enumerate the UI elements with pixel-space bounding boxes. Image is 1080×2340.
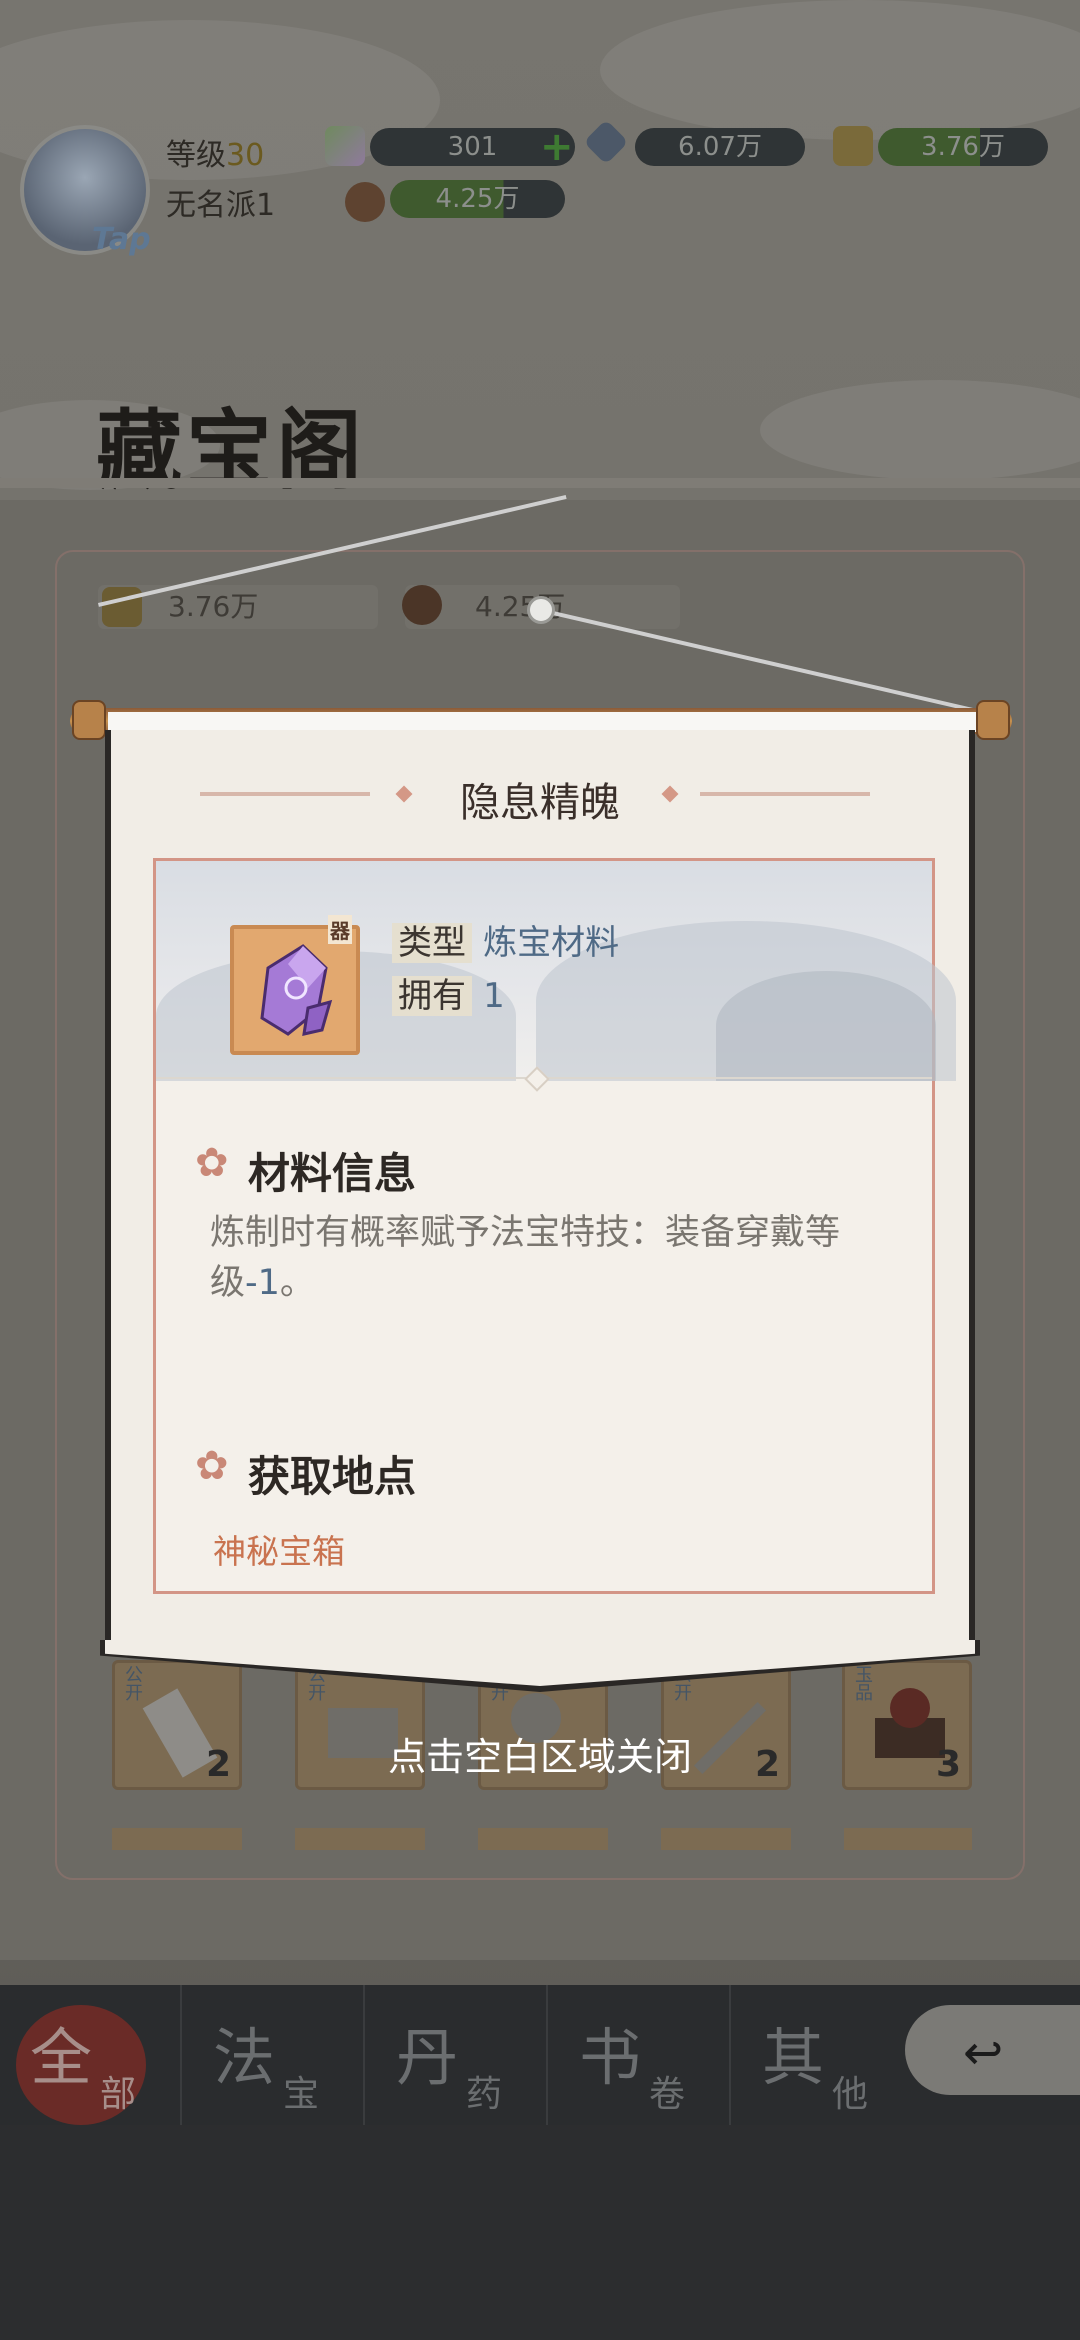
- close-hint[interactable]: 点击空白区域关闭: [0, 1726, 1080, 1781]
- back-button[interactable]: ↩: [905, 2005, 1080, 2095]
- sect-name: 无名派1: [166, 188, 276, 223]
- tab-scrolls[interactable]: 书卷: [549, 1985, 731, 2125]
- avatar-badge: Tap: [92, 222, 151, 257]
- tab-all[interactable]: 全 部: [0, 1985, 182, 2125]
- item-type-badge: 器: [328, 915, 352, 944]
- purple-crystal-icon: [260, 944, 333, 1036]
- source-link-mystery-chest[interactable]: 神秘宝箱: [213, 1525, 345, 1573]
- tab-pills[interactable]: 丹药: [366, 1985, 548, 2125]
- gold-ingot-icon: [833, 126, 873, 166]
- material-info-text: 炼制时有概率赋予法宝特技：装备穿戴等级-1。: [210, 1213, 841, 1303]
- rod-cap-left: [72, 700, 106, 740]
- tab-treasure[interactable]: 法宝: [183, 1985, 365, 2125]
- dialog-title: 隐息精魄: [460, 780, 620, 826]
- item-type-row: 类型 炼宝材料: [392, 915, 619, 964]
- flower-icon: ✿: [195, 1443, 229, 1489]
- orb-icon: [890, 1688, 930, 1728]
- add-jade-button[interactable]: +: [540, 124, 574, 170]
- tab-other[interactable]: 其他: [732, 1985, 912, 2125]
- material-info-title: 材料信息: [248, 1149, 417, 1198]
- scroll-rod-paper: [108, 712, 976, 732]
- rod-cap-right: [976, 700, 1010, 740]
- back-arrow-icon: ↩: [963, 2025, 1004, 2081]
- resource-wood: 4.25万: [390, 180, 565, 218]
- level-label: 等级30: [166, 138, 265, 173]
- bottom-decoration: [0, 2125, 1080, 2340]
- header-divider: [0, 478, 1080, 488]
- wood-log-icon: [345, 182, 385, 222]
- title-ornament-right: [700, 792, 870, 796]
- wood-log-icon: [402, 585, 442, 625]
- resource-gold: 3.76万: [878, 128, 1048, 166]
- hanging-pin: [527, 596, 555, 624]
- flower-icon: ✿: [195, 1140, 229, 1186]
- item-own-row: 拥有 1: [392, 968, 505, 1017]
- inventory-row-partial: [112, 1828, 972, 1850]
- resource-spirit-stone: 6.07万: [635, 128, 805, 166]
- jade-crystal-icon: [325, 126, 365, 166]
- source-title: 获取地点: [248, 1452, 417, 1501]
